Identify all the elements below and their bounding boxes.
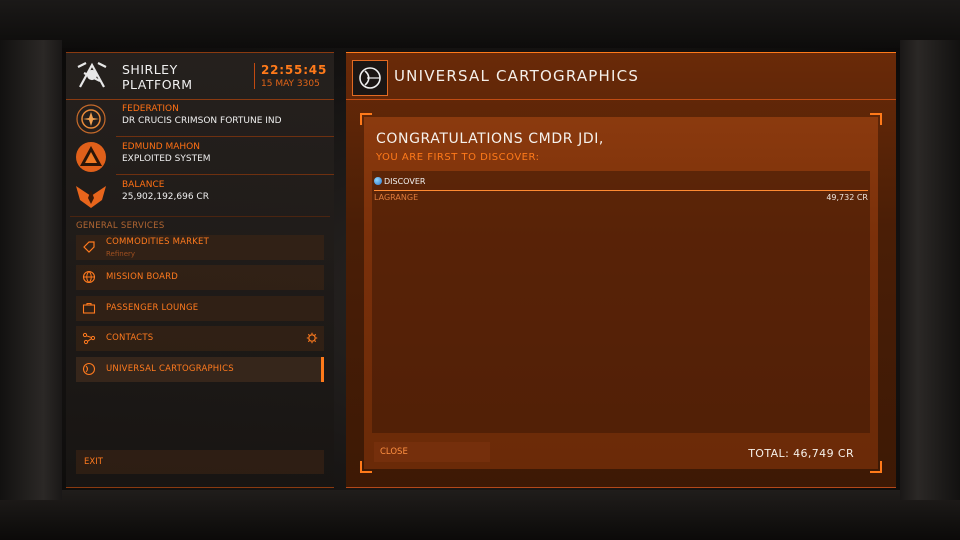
contacts-label: CONTACTS [106,333,154,343]
faction-value: DR CRUCIS CRIMSON FORTUNE IND [122,116,282,126]
briefcase-icon [82,302,96,314]
station-emblem-icon [77,62,107,88]
power-row: EDMUND MAHON EXPLOITED SYSTEM [66,139,334,175]
cartographics-icon [82,362,96,376]
discovery-dialog: CONGRATULATIONS CMDR JDI, YOU ARE FIRST … [360,113,882,473]
cartographics-panel: UNIVERSAL CARTOGRAPHICS CONGRATULATIONS … [346,52,896,488]
table-row[interactable]: LAGRANGE 49,732 CR [374,191,868,203]
commodities-market-sub: Refinery [106,250,136,258]
station-services-panel: SHIRLEY PLATFORM 22:55:45 15 MAY 3305 FE… [66,52,334,488]
globe-icon [82,270,96,284]
gear-icon [306,332,318,344]
passenger-lounge-label: PASSENGER LOUNGE [106,303,199,313]
balance-row: BALANCE 25,902,192,696 CR [66,177,334,213]
balance-label: BALANCE [122,180,165,190]
federation-emblem-icon [76,104,106,134]
discovery-value: 49,732 CR [826,193,868,202]
power-label: EDMUND MAHON [122,142,200,152]
faction-label: FEDERATION [122,104,179,114]
exit-label: EXIT [84,457,103,467]
rank-wings-icon [76,186,106,208]
commodities-market-button[interactable]: COMMODITIES MARKET Refinery [76,235,324,260]
discover-header-label: DISCOVER [384,177,426,186]
station-name: SHIRLEY PLATFORM [122,62,252,92]
cartographics-header: UNIVERSAL CARTOGRAPHICS [346,53,896,100]
commodities-market-label: COMMODITIES MARKET [106,237,209,247]
balance-value: 25,902,192,696 CR [122,192,209,202]
tag-icon [83,241,95,253]
power-emblem-icon [76,142,106,172]
station-header: SHIRLEY PLATFORM 22:55:45 15 MAY 3305 [66,53,334,100]
contacts-button[interactable]: CONTACTS [76,326,324,351]
cartographics-logo-icon [352,60,388,96]
mission-board-button[interactable]: MISSION BOARD [76,265,324,290]
power-value: EXPLOITED SYSTEM [122,154,211,164]
station-name-line1: SHIRLEY [122,62,178,77]
close-label: CLOSE [380,447,408,457]
general-services-title: GENERAL SERVICES [76,221,165,231]
congratulations-heading: CONGRATULATIONS CMDR JDI, [376,131,604,147]
discover-globe-icon [374,177,382,185]
faction-row: FEDERATION DR CRUCIS CRIMSON FORTUNE IND [66,101,334,137]
cartographics-title: UNIVERSAL CARTOGRAPHICS [394,67,640,85]
universal-cartographics-button[interactable]: UNIVERSAL CARTOGRAPHICS [76,357,324,382]
close-button[interactable]: CLOSE [374,442,490,462]
total-value: TOTAL: 46,749 CR [748,447,854,460]
game-date: 15 MAY 3305 [261,79,320,89]
first-to-discover-subtitle: YOU ARE FIRST TO DISCOVER: [376,152,540,163]
clock-box: 22:55:45 15 MAY 3305 [254,63,333,89]
discovery-name: LAGRANGE [374,193,419,202]
discover-column-header: DISCOVER [374,177,425,189]
mission-board-label: MISSION BOARD [106,272,178,282]
game-clock: 22:55:45 [261,63,328,77]
passenger-lounge-button[interactable]: PASSENGER LOUNGE [76,296,324,321]
station-name-line2: PLATFORM [122,77,193,92]
universal-cartographics-label: UNIVERSAL CARTOGRAPHICS [106,364,234,374]
nodes-icon [82,332,96,345]
exit-button[interactable]: EXIT [76,450,324,474]
discovery-table: DISCOVER LAGRANGE 49,732 CR [372,171,870,433]
